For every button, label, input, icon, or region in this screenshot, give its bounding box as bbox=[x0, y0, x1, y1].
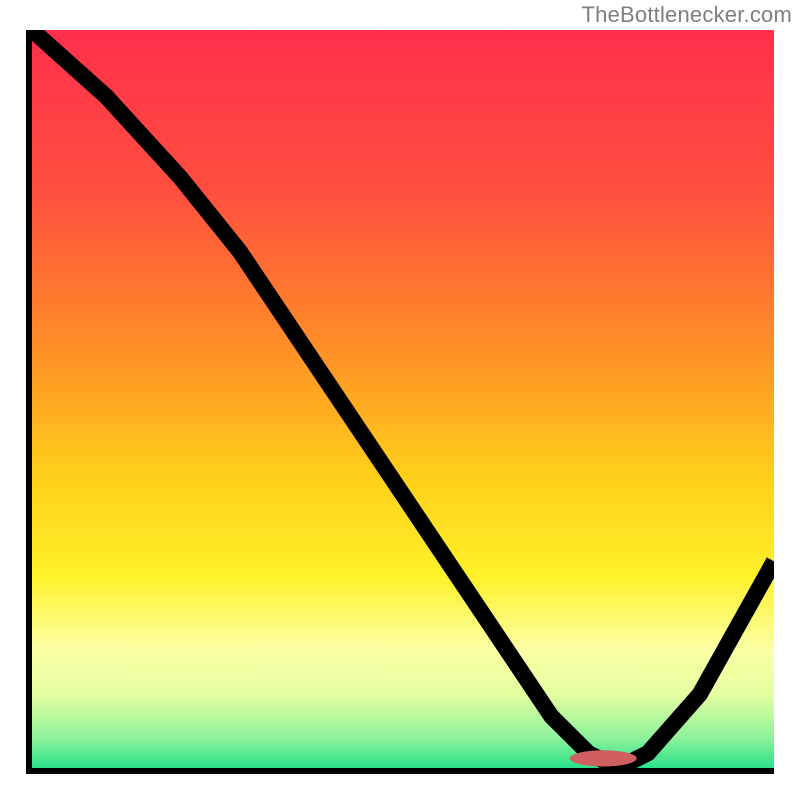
chart-plot-area bbox=[26, 30, 774, 774]
bottleneck-chart bbox=[32, 30, 774, 768]
optimal-marker bbox=[570, 750, 637, 766]
source-caption: TheBottlenecker.com bbox=[582, 2, 792, 28]
